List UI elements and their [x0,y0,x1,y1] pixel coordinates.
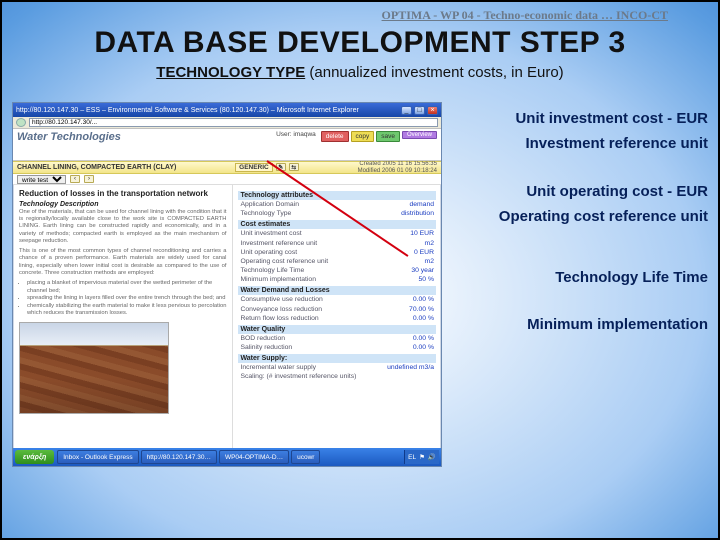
left-subheading: Technology Description [19,201,226,208]
delete-button[interactable]: delete [321,131,349,142]
desc-li2: spreading the lining in layers filled ov… [27,295,226,303]
k-rfl: Return flow loss reduction [240,314,318,323]
label-min: Minimum implementation [463,316,708,333]
k-min: Minimum implementation [240,275,316,284]
label-iru: Investment reference unit [463,135,708,152]
record-header: CHANNEL LINING, COMPACTED EARTH (CLAY) G… [13,161,441,174]
left-column: Reduction of losses in the transportatio… [13,185,233,448]
k-bod: BOD reduction [240,334,285,343]
v-iru: m2 [425,239,434,248]
k-iws: Incremental water supply [240,363,316,372]
label-life: Technology Life Time [463,269,708,286]
icon-button-a[interactable]: ✎ [276,163,286,171]
v-domain: demand [409,200,434,209]
v-life: 30 year [411,266,434,275]
maximize-icon[interactable]: □ [414,106,425,115]
section-title: Water Technologies [17,131,121,143]
task-item-ucowr[interactable]: ucowr [291,450,320,464]
k-iru: Investment reference unit [240,239,317,248]
v-clr: 70.00 % [409,305,434,314]
slide: OPTIMA - WP 04 - Techno-economic data … … [0,0,720,540]
label-oru: Operating cost reference unit [463,208,708,225]
address-bar [13,117,441,129]
body-columns: Reduction of losses in the transportatio… [13,185,441,448]
close-icon[interactable]: × [427,106,438,115]
subtitle-label: TECHNOLOGY TYPE [156,64,305,81]
slide-title: DATA BASE DEVELOPMENT STEP 3 [2,26,718,60]
v-uoc: 0 EUR [414,248,434,257]
desc-p1: One of the materials, that can be used f… [19,209,226,245]
system-tray[interactable]: EL ⚑ 🔊 [404,450,439,464]
k-type: Technology Type [240,209,291,218]
k-clr: Conveyance loss reduction [240,305,322,314]
v-type: distribution [401,209,434,218]
k-oru: Operating cost reference unit [240,257,328,266]
copy-button[interactable]: copy [351,131,375,142]
callout-labels: Unit investment cost - EUR Investment re… [463,110,708,334]
label-uoc: Unit operating cost - EUR [463,183,708,200]
slide-subtitle: TECHNOLOGY TYPE (annualized investment c… [2,64,718,81]
h-cost: Cost estimates [238,220,436,229]
tray-icon[interactable]: ⚑ [419,453,425,461]
desc-p2: This is one of the most common types of … [19,248,226,277]
k-uoc: Unit operating cost [240,248,297,257]
next-icon[interactable]: › [84,175,94,183]
left-heading: Reduction of losses in the transportatio… [19,189,226,198]
task-item-doc[interactable]: WP04-OPTIMA-D… [219,450,289,464]
window-title: http://80.120.147.30 – ESS – Environment… [16,107,359,114]
v-oru: m2 [425,257,434,266]
v-cur: 0.00 % [413,295,434,304]
overview-button[interactable]: Overview [402,131,437,139]
v-rfl: 0.00 % [413,314,434,323]
icon-button-b[interactable]: ⇆ [289,163,299,171]
h-wdl: Water Demand and Losses [238,286,436,295]
k-domain: Application Domain [240,200,299,209]
label-uic: Unit investment cost - EUR [463,110,708,127]
app-header: Water Technologies User: imaqwa delete c… [13,129,441,161]
v-iws: undefined m3/a [387,363,434,372]
prev-icon[interactable]: ‹ [70,175,80,183]
save-button[interactable]: save [376,131,400,142]
task-item-ie[interactable]: http://80.120.147.30… [141,450,217,464]
v-bod: 0.00 % [413,334,434,343]
v-min: 50 % [419,275,435,284]
timestamps: Created 2005 11 16 15:56:35 Modified 200… [358,161,437,174]
browser-window: http://80.120.147.30 – ESS – Environment… [12,102,442,467]
write-test-select[interactable]: write test [17,175,66,184]
address-input[interactable] [29,118,438,127]
h-attributes: Technology attributes [238,191,436,200]
k-scale: Scaling: (# investment reference units) [240,372,356,381]
slide-header-meta: OPTIMA - WP 04 - Techno-economic data … … [382,8,668,23]
taskbar: ενάρξη Inbox - Outlook Express http://80… [13,448,441,466]
v-uic: 10 EUR [410,229,434,238]
user-label: User: imaqwa [276,131,319,138]
back-icon[interactable] [16,118,26,127]
h-wq: Water Quality [238,325,436,334]
k-life: Technology Life Time [240,266,304,275]
k-sr: Salinity reduction [240,343,292,352]
tag-generic: GENERIC [235,163,273,172]
right-column: Technology attributes Application Domain… [233,185,441,448]
k-cur: Consumptive use reduction [240,295,322,304]
desc-li1: placing a blanket of impervious material… [27,280,226,295]
channel-photo [19,322,169,414]
window-titlebar[interactable]: http://80.120.147.30 – ESS – Environment… [13,103,441,117]
h-ws: Water Supply: [238,354,436,363]
v-sr: 0.00 % [413,343,434,352]
start-button[interactable]: ενάρξη [15,450,54,464]
minimize-icon[interactable]: _ [401,106,412,115]
tray-lang[interactable]: EL [408,454,416,461]
record-title: CHANNEL LINING, COMPACTED EARTH (CLAY) [17,164,176,171]
tray-icon2[interactable]: 🔊 [428,453,436,461]
subtitle-extra: (annualized investment costs, in Euro) [305,64,563,81]
task-item-outlook[interactable]: Inbox - Outlook Express [57,450,138,464]
desc-li3: chemically stabilizing the earth materia… [27,303,226,318]
k-uic: Unit investment cost [240,229,301,238]
controls-row: write test ‹ › [13,174,441,185]
